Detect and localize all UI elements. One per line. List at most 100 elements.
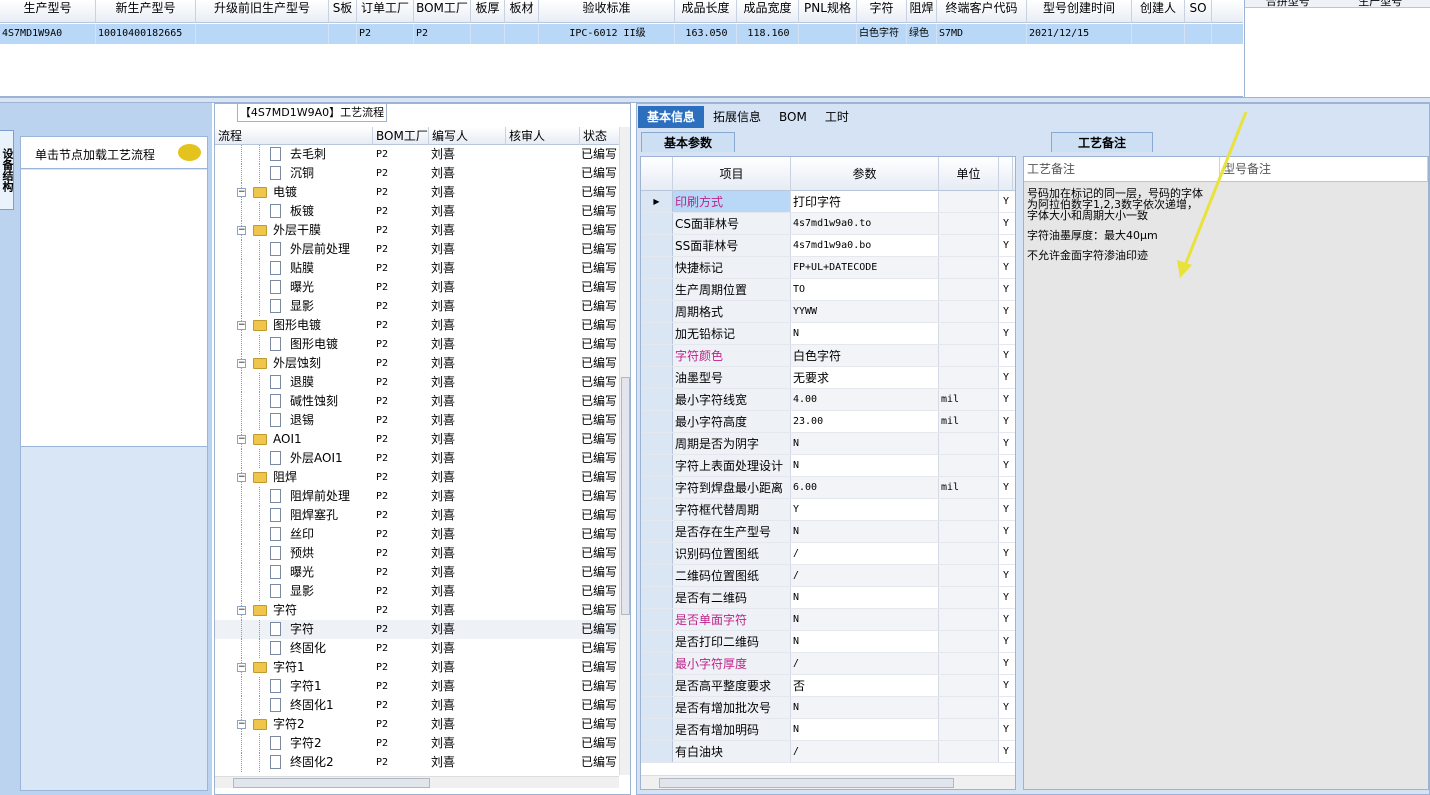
row-selector[interactable]: [641, 213, 673, 234]
tree-node[interactable]: − 图形电镀: [215, 316, 373, 335]
tree-row[interactable]: − AOI1 P2 刘喜 已编写: [215, 430, 621, 449]
param-value[interactable]: Y: [791, 499, 939, 520]
tree-node[interactable]: 贴膜: [215, 259, 373, 278]
tree-node[interactable]: 曝光: [215, 278, 373, 297]
grid-cell[interactable]: [1185, 24, 1212, 44]
tree-row[interactable]: 终固化2 P2 刘喜 已编写: [215, 753, 621, 772]
param-row[interactable]: 最小字符线宽 4.00 mil Y: [641, 389, 1015, 411]
params-col-header[interactable]: 参数: [791, 157, 939, 191]
param-value[interactable]: N: [791, 631, 939, 652]
tree-row[interactable]: 预烘 P2 刘喜 已编写: [215, 544, 621, 563]
tree-row[interactable]: − 字符2 P2 刘喜 已编写: [215, 715, 621, 734]
merge-col-header[interactable]: 合拼型号: [1245, 0, 1331, 7]
grid-col-header[interactable]: 板材: [505, 0, 539, 23]
tree-col-header[interactable]: 编写人: [429, 127, 506, 145]
tree-row[interactable]: 丝印 P2 刘喜 已编写: [215, 525, 621, 544]
collapse-icon[interactable]: −: [237, 188, 246, 197]
collapse-icon[interactable]: −: [237, 435, 246, 444]
param-value[interactable]: TO: [791, 279, 939, 300]
tree-row[interactable]: 退锡 P2 刘喜 已编写: [215, 411, 621, 430]
grid-cell[interactable]: [505, 24, 539, 44]
tree-node[interactable]: 终固化2: [215, 753, 373, 772]
grid-cell[interactable]: P2: [414, 24, 471, 44]
param-row[interactable]: 最小字符厚度 / Y: [641, 653, 1015, 675]
equipment-structure-tab[interactable]: 设备结构: [0, 130, 14, 210]
row-selector[interactable]: [641, 587, 673, 608]
grid-col-header[interactable]: SO: [1185, 0, 1212, 23]
param-row[interactable]: 是否打印二维码 N Y: [641, 631, 1015, 653]
model-grid-row[interactable]: 4S7MD1W9A0 10010400182665 P2 P2 IPC-6012 II级…: [0, 24, 1243, 44]
param-value[interactable]: /: [791, 653, 939, 674]
tree-horizontal-scrollbar[interactable]: [215, 776, 619, 788]
tree-row[interactable]: − 阻焊 P2 刘喜 已编写: [215, 468, 621, 487]
param-row[interactable]: 周期格式 YYWW Y: [641, 301, 1015, 323]
grid-col-header[interactable]: 订单工厂: [357, 0, 414, 23]
tree-row[interactable]: 沉铜 P2 刘喜 已编写: [215, 164, 621, 183]
tree-row[interactable]: 贴膜 P2 刘喜 已编写: [215, 259, 621, 278]
param-row[interactable]: 是否有增加明码 N Y: [641, 719, 1015, 741]
params-horizontal-scrollbar[interactable]: [641, 775, 1015, 789]
tree-row[interactable]: 字符1 P2 刘喜 已编写: [215, 677, 621, 696]
tree-node[interactable]: 显影: [215, 582, 373, 601]
param-row[interactable]: 快捷标记 FP+UL+DATECODE Y: [641, 257, 1015, 279]
tree-node[interactable]: − 外层蚀刻: [215, 354, 373, 373]
row-selector[interactable]: [641, 257, 673, 278]
param-value[interactable]: N: [791, 719, 939, 740]
param-row[interactable]: 是否高平整度要求否 Y: [641, 675, 1015, 697]
tree-col-header[interactable]: 流程: [215, 127, 373, 145]
param-value[interactable]: N: [791, 323, 939, 344]
tree-node[interactable]: 丝印: [215, 525, 373, 544]
grid-col-header[interactable]: 生产型号: [0, 0, 96, 23]
grid-col-header[interactable]: BOM工厂: [414, 0, 471, 23]
tree-row[interactable]: 曝光 P2 刘喜 已编写: [215, 278, 621, 297]
tree-row[interactable]: 终固化 P2 刘喜 已编写: [215, 639, 621, 658]
grid-cell[interactable]: [1132, 24, 1185, 44]
grid-col-header[interactable]: 创建人: [1132, 0, 1185, 23]
grid-col-header[interactable]: 成品宽度: [737, 0, 799, 23]
tree-row[interactable]: 曝光 P2 刘喜 已编写: [215, 563, 621, 582]
row-selector[interactable]: [641, 433, 673, 454]
grid-cell[interactable]: 4S7MD1W9A0: [0, 24, 96, 44]
tree-node[interactable]: 碱性蚀刻: [215, 392, 373, 411]
row-selector[interactable]: [641, 367, 673, 388]
tab-bom[interactable]: BOM: [770, 106, 816, 128]
tree-vertical-scrollbar[interactable]: [619, 127, 630, 775]
scroll-thumb[interactable]: [659, 778, 954, 788]
grid-col-header[interactable]: 型号创建时间: [1027, 0, 1132, 23]
tree-node[interactable]: 曝光: [215, 563, 373, 582]
collapse-icon[interactable]: −: [237, 321, 246, 330]
params-col-header[interactable]: 项目: [673, 157, 791, 191]
tree-node[interactable]: − 字符: [215, 601, 373, 620]
tree-node[interactable]: − 字符1: [215, 658, 373, 677]
grid-cell[interactable]: [799, 24, 857, 44]
tree-row[interactable]: 字符2 P2 刘喜 已编写: [215, 734, 621, 753]
tree-node[interactable]: 去毛刺: [215, 145, 373, 164]
param-value[interactable]: 打印字符: [791, 191, 939, 212]
tree-row[interactable]: 碱性蚀刻 P2 刘喜 已编写: [215, 392, 621, 411]
tree-row[interactable]: − 图形电镀 P2 刘喜 已编写: [215, 316, 621, 335]
tree-node[interactable]: 沉铜: [215, 164, 373, 183]
param-row[interactable]: 是否有二维码 N Y: [641, 587, 1015, 609]
param-row[interactable]: 字符到焊盘最小距离 6.00 mil Y: [641, 477, 1015, 499]
tree-node[interactable]: 预烘: [215, 544, 373, 563]
tree-node[interactable]: 退膜: [215, 373, 373, 392]
tab-basic-info[interactable]: 基本信息: [638, 106, 705, 128]
param-value[interactable]: YYWW: [791, 301, 939, 322]
row-selector[interactable]: [641, 301, 673, 322]
param-row[interactable]: 二维码位置图纸 / Y: [641, 565, 1015, 587]
grid-cell[interactable]: S7MD: [937, 24, 1027, 44]
param-row[interactable]: 油墨型号 无要求 Y: [641, 367, 1015, 389]
row-selector[interactable]: [641, 389, 673, 410]
tree-node[interactable]: − 字符2: [215, 715, 373, 734]
tree-node[interactable]: 显影: [215, 297, 373, 316]
tree-row[interactable]: 外层前处理 P2 刘喜 已编写: [215, 240, 621, 259]
tree-node[interactable]: 外层前处理: [215, 240, 373, 259]
param-row[interactable]: 最小字符高度 23.00 mil Y: [641, 411, 1015, 433]
grid-cell[interactable]: [329, 24, 357, 44]
grid-col-header[interactable]: PNL规格: [799, 0, 857, 23]
grid-col-header[interactable]: 终端客户代码: [937, 0, 1027, 23]
param-value[interactable]: 否: [791, 675, 939, 696]
grid-col-header[interactable]: 字符: [857, 0, 907, 23]
param-row[interactable]: ▶ 印刷方式 打印字符 Y: [641, 191, 1015, 213]
grid-col-header[interactable]: 验收标准: [539, 0, 675, 23]
